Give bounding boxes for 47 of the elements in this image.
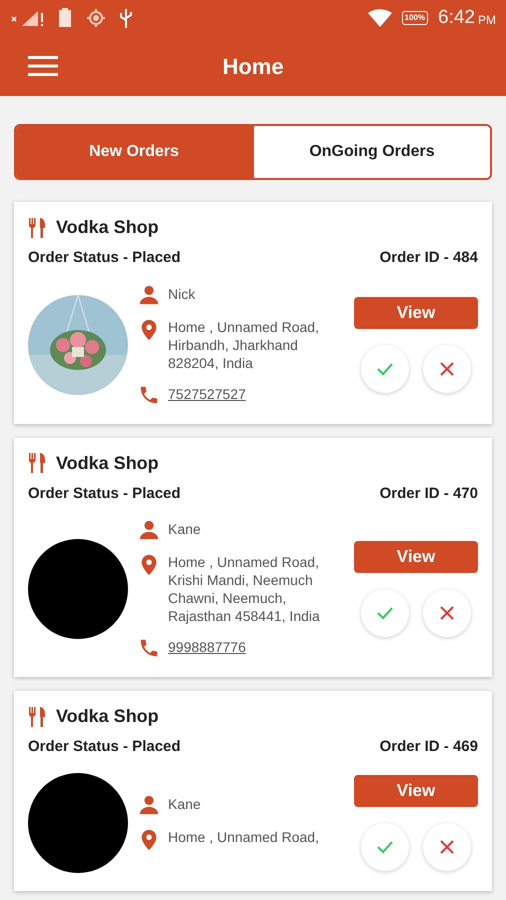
battery-saver-icon [58, 8, 72, 28]
check-icon [377, 840, 393, 854]
customer-name: Nick [168, 284, 196, 304]
shop-name: Vodka Shop [56, 452, 159, 475]
order-id: Order ID - 484 [380, 248, 478, 268]
customer-name: Kane [168, 520, 201, 539]
reject-button[interactable] [423, 822, 471, 870]
close-icon [440, 606, 454, 620]
cutlery-icon [28, 216, 48, 238]
app-title: Home [222, 52, 284, 80]
close-icon [440, 840, 454, 854]
person-icon [138, 519, 160, 541]
order-id: Order ID - 470 [380, 484, 478, 504]
reject-button[interactable] [423, 589, 471, 637]
address: Home , Unnamed Road, Krishi Mandi, Neemuch Chawni, Neemuch, Rajasthan 458441, India [168, 553, 321, 625]
wifi-icon [368, 9, 392, 27]
cutlery-icon [28, 706, 48, 728]
cutlery-icon [28, 452, 48, 474]
tab[interactable]: OnGoing Orders [252, 126, 490, 178]
am-pm: PM [478, 12, 496, 29]
gps-icon [86, 8, 106, 28]
usb-icon [118, 7, 134, 29]
phone-link[interactable]: 7527527527 [168, 384, 246, 404]
check-icon [377, 362, 393, 376]
check-icon [377, 606, 393, 620]
order-status: Order Status - Placed [28, 484, 181, 504]
close-icon [440, 362, 454, 376]
address: Home , Unnamed Road, Hirbandh, Jharkhand 828204, India [168, 318, 320, 372]
reject-button[interactable] [423, 344, 471, 392]
shop-name: Vodka Shop [56, 216, 159, 239]
phone-link[interactable]: 9998887776 [168, 637, 246, 658]
view-button[interactable]: View [354, 541, 478, 573]
order-id: Order ID - 469 [380, 737, 478, 757]
clock: 6:42 [438, 6, 475, 30]
tab[interactable]: New Orders [16, 126, 252, 178]
address: Home , Unnamed Road, [168, 828, 320, 846]
menu-icon[interactable] [28, 55, 58, 77]
view-button[interactable]: View [354, 774, 478, 806]
person-icon [138, 794, 160, 816]
battery-indicator: 100% [402, 11, 428, 25]
person-icon [138, 284, 160, 306]
shop-name: Vodka Shop [56, 705, 159, 728]
customer-name: Kane [168, 794, 201, 814]
view-button[interactable]: View [354, 296, 478, 328]
order-status: Order Status - Placed [28, 248, 181, 268]
order-status: Order Status - Placed [28, 737, 181, 757]
phone-icon [138, 637, 160, 659]
